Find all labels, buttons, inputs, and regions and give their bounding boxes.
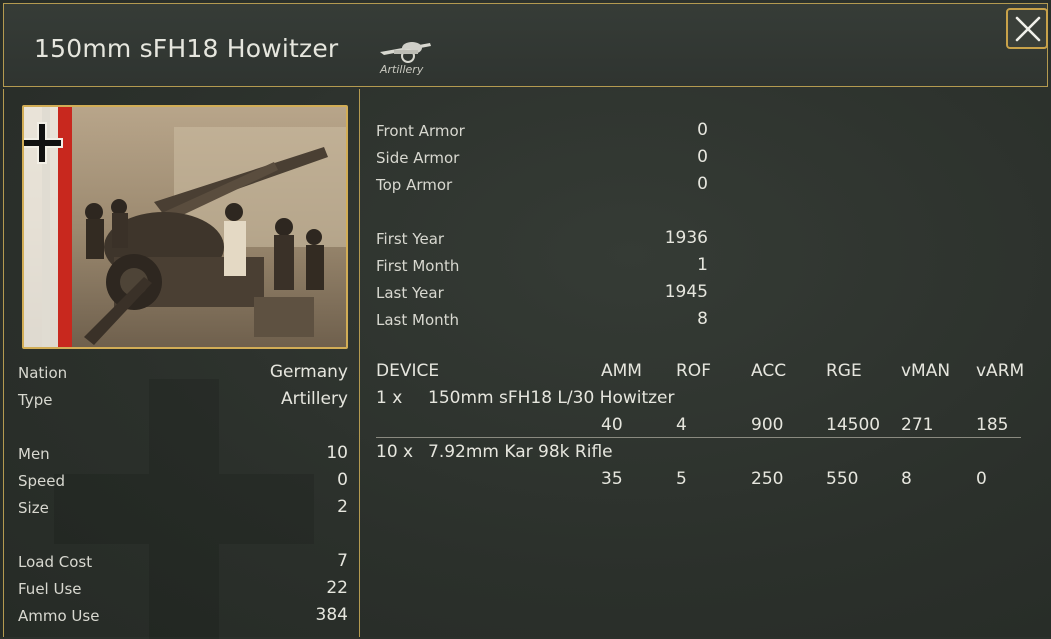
stat-value: 7 bbox=[337, 551, 348, 571]
stat-value: 384 bbox=[315, 605, 348, 625]
spec-top-armor: Top Armor 0 bbox=[376, 174, 708, 198]
german-cross-icon bbox=[24, 107, 72, 347]
spec-value: 0 bbox=[697, 120, 708, 140]
unit-title: 150mm sFH18 Howitzer bbox=[34, 34, 339, 63]
stat-men: Men 10 bbox=[18, 443, 348, 467]
stat-value: 2 bbox=[337, 497, 348, 517]
spec-label: Front Armor bbox=[376, 122, 465, 140]
stat-speed: Speed 0 bbox=[18, 470, 348, 494]
stat-label: Ammo Use bbox=[18, 607, 100, 625]
stat-label: Fuel Use bbox=[18, 580, 82, 598]
spec-first-month: First Month 1 bbox=[376, 255, 708, 279]
stat-size: Size 2 bbox=[18, 497, 348, 521]
stat-value: 0 bbox=[337, 470, 348, 490]
col-header-vman: vMAN bbox=[901, 361, 951, 381]
device-vman: 271 bbox=[901, 415, 934, 435]
device-rge: 14500 bbox=[826, 415, 881, 435]
stat-value: Artillery bbox=[281, 389, 348, 409]
device-vman: 8 bbox=[901, 469, 912, 489]
spec-label: Last Year bbox=[376, 284, 444, 302]
device-varm: 185 bbox=[976, 415, 1009, 435]
stat-value: 22 bbox=[326, 578, 348, 598]
stat-ammo-use: Ammo Use 384 bbox=[18, 605, 348, 629]
howitzer-photo bbox=[24, 107, 346, 347]
device-amm: 40 bbox=[601, 415, 623, 435]
device-rof: 4 bbox=[676, 415, 687, 435]
unit-type-label: Artillery bbox=[380, 63, 424, 76]
spec-value: 0 bbox=[697, 147, 708, 167]
spec-value: 1945 bbox=[664, 282, 708, 302]
spec-label: First Month bbox=[376, 257, 460, 275]
unit-photo bbox=[22, 105, 348, 349]
col-header-varm: vARM bbox=[976, 361, 1025, 381]
stat-type: Type Artillery bbox=[18, 389, 348, 413]
device-qty: 1 x bbox=[376, 388, 403, 408]
spec-label: Side Armor bbox=[376, 149, 460, 167]
device-rge: 550 bbox=[826, 469, 859, 489]
spec-value: 1936 bbox=[664, 228, 708, 248]
stat-fuel-use: Fuel Use 22 bbox=[18, 578, 348, 602]
stat-nation: Nation Germany bbox=[18, 362, 348, 386]
spec-value: 1 bbox=[697, 255, 708, 275]
col-header-acc: ACC bbox=[751, 361, 787, 381]
spec-value: 0 bbox=[697, 174, 708, 194]
close-button[interactable] bbox=[1006, 8, 1048, 49]
stat-label: Men bbox=[18, 445, 50, 463]
device-varm: 0 bbox=[976, 469, 987, 489]
col-header-rge: RGE bbox=[826, 361, 862, 381]
spec-value: 8 bbox=[697, 309, 708, 329]
spec-last-year: Last Year 1945 bbox=[376, 282, 708, 306]
stat-value: 10 bbox=[326, 443, 348, 463]
spec-front-armor: Front Armor 0 bbox=[376, 120, 708, 144]
spec-label: Top Armor bbox=[376, 176, 453, 194]
stat-load-cost: Load Cost 7 bbox=[18, 551, 348, 575]
stat-label: Load Cost bbox=[18, 553, 93, 571]
device-acc: 900 bbox=[751, 415, 784, 435]
device-name: 150mm sFH18 L/30 Howitzer bbox=[428, 388, 675, 408]
spec-label: First Year bbox=[376, 230, 445, 248]
stat-label: Nation bbox=[18, 364, 68, 382]
spec-side-armor: Side Armor 0 bbox=[376, 147, 708, 171]
spec-last-month: Last Month 8 bbox=[376, 309, 708, 333]
unit-type-badge: Artillery bbox=[370, 38, 442, 82]
window-header: 150mm sFH18 Howitzer Artillery bbox=[3, 3, 1048, 87]
col-header-amm: AMM bbox=[601, 361, 642, 381]
device-qty: 10 x bbox=[376, 442, 414, 462]
artillery-icon bbox=[380, 42, 431, 63]
device-amm: 35 bbox=[601, 469, 623, 489]
close-icon bbox=[1015, 16, 1041, 42]
stat-label: Size bbox=[18, 499, 49, 517]
col-header-device: DEVICE bbox=[376, 361, 440, 381]
unit-info-window: 150mm sFH18 Howitzer Artillery Nation Ge… bbox=[0, 0, 1051, 639]
unit-summary-panel: Nation Germany Type Artillery Men 10 Spe… bbox=[3, 89, 360, 639]
spec-first-year: First Year 1936 bbox=[376, 228, 708, 252]
row-divider bbox=[376, 437, 1021, 438]
stat-label: Speed bbox=[18, 472, 66, 490]
device-rof: 5 bbox=[676, 469, 687, 489]
stat-value: Germany bbox=[269, 362, 348, 382]
spec-label: Last Month bbox=[376, 311, 460, 329]
stat-label: Type bbox=[18, 391, 53, 409]
device-name: 7.92mm Kar 98k Rifle bbox=[428, 442, 613, 462]
device-acc: 250 bbox=[751, 469, 784, 489]
col-header-rof: ROF bbox=[676, 361, 711, 381]
